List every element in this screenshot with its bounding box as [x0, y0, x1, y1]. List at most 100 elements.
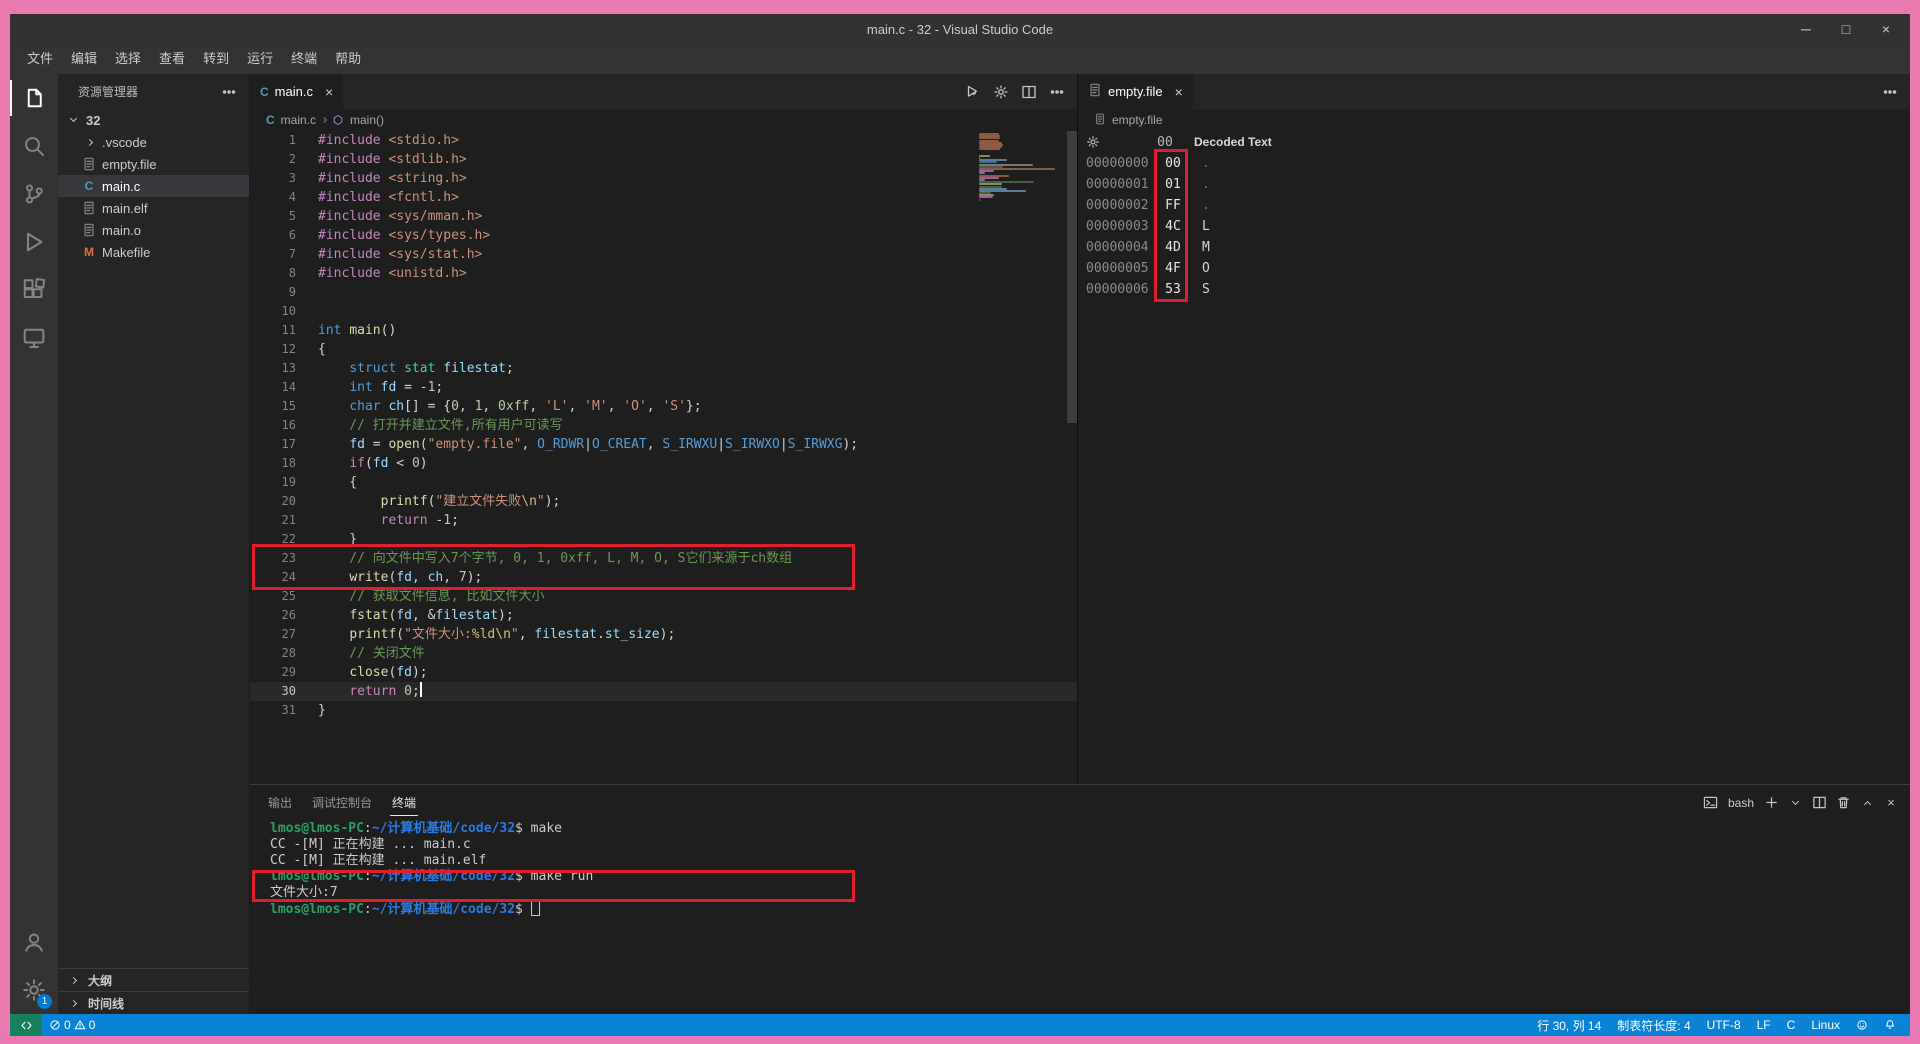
extensions-icon[interactable]: [10, 266, 58, 314]
panel-tab-调试控制台[interactable]: 调试控制台: [310, 790, 374, 816]
code-line-10[interactable]: 10: [250, 302, 1077, 321]
gear-icon[interactable]: [989, 80, 1013, 104]
more-actions-icon[interactable]: [1878, 80, 1902, 104]
code-line-27[interactable]: 27 printf("文件大小:%ld\n", filestat.st_size…: [250, 625, 1077, 644]
code-line-14[interactable]: 14 int fd = -1;: [250, 378, 1077, 397]
code-line-9[interactable]: 9: [250, 283, 1077, 302]
tab-close-icon[interactable]: ×: [1175, 84, 1183, 100]
code-line-16[interactable]: 16 // 打开并建立文件,所有用户可读写: [250, 416, 1077, 435]
hex-row-00000000[interactable]: 0000000000.: [1078, 153, 1910, 174]
tree-item-empty.file[interactable]: empty.file: [58, 153, 249, 175]
status-eol[interactable]: LF: [1749, 1014, 1779, 1036]
source-control-icon[interactable]: [10, 170, 58, 218]
panel-tab-输出[interactable]: 输出: [266, 790, 294, 816]
menu-item-7[interactable]: 帮助: [326, 48, 370, 70]
code-line-20[interactable]: 20 printf("建立文件失败\n");: [250, 492, 1077, 511]
code-line-19[interactable]: 19 {: [250, 473, 1077, 492]
remote-indicator[interactable]: [10, 1014, 42, 1036]
bell-icon[interactable]: [1876, 1014, 1904, 1036]
tab-close-icon[interactable]: ×: [325, 84, 333, 100]
minimize-button[interactable]: ─: [1786, 14, 1826, 44]
hex-row-00000005[interactable]: 000000054FO: [1078, 258, 1910, 279]
code-line-12[interactable]: 12{: [250, 340, 1077, 359]
tree-item-main.elf[interactable]: main.elf: [58, 197, 249, 219]
code-line-1[interactable]: 1#include <stdio.h>: [250, 131, 1077, 150]
tree-root-folder[interactable]: 32: [58, 109, 249, 131]
hex-row-00000006[interactable]: 0000000653S: [1078, 279, 1910, 300]
code-line-13[interactable]: 13 struct stat filestat;: [250, 359, 1077, 378]
menu-item-2[interactable]: 选择: [106, 48, 150, 70]
maximize-panel-icon[interactable]: [1856, 792, 1878, 814]
maximize-button[interactable]: □: [1826, 14, 1866, 44]
code-line-5[interactable]: 5#include <sys/mman.h>: [250, 207, 1077, 226]
panel-tab-终端[interactable]: 终端: [390, 790, 418, 816]
code-line-7[interactable]: 7#include <sys/stat.h>: [250, 245, 1077, 264]
menu-item-3[interactable]: 查看: [150, 48, 194, 70]
more-actions-icon[interactable]: [1045, 80, 1069, 104]
tab-empty-file[interactable]: empty.file ×: [1078, 74, 1194, 109]
split-terminal-icon[interactable]: [1808, 792, 1830, 814]
terminal[interactable]: lmos@lmos-PC:~/计算机基础/code/32$ makeCC -[M…: [250, 820, 1910, 1014]
close-panel-icon[interactable]: ×: [1880, 792, 1902, 814]
hex-editor[interactable]: 00 Decoded Text 0000000000.0000000101.00…: [1078, 131, 1910, 784]
code-line-6[interactable]: 6#include <sys/types.h>: [250, 226, 1077, 245]
menu-item-1[interactable]: 编辑: [62, 48, 106, 70]
new-terminal-icon[interactable]: [1760, 792, 1782, 814]
breadcrumb-hex[interactable]: empty.file: [1078, 109, 1910, 131]
tree-item-.vscode[interactable]: .vscode: [58, 131, 249, 153]
code-line-11[interactable]: 11int main(): [250, 321, 1077, 340]
code-line-21[interactable]: 21 return -1;: [250, 511, 1077, 530]
code-line-17[interactable]: 17 fd = open("empty.file", O_RDWR|O_CREA…: [250, 435, 1077, 454]
code-line-15[interactable]: 15 char ch[] = {0, 1, 0xff, 'L', 'M', 'O…: [250, 397, 1077, 416]
tree-item-main.o[interactable]: main.o: [58, 219, 249, 241]
code-line-31[interactable]: 31}: [250, 701, 1077, 720]
code-line-2[interactable]: 2#include <stdlib.h>: [250, 150, 1077, 169]
hex-row-00000003[interactable]: 000000034CL: [1078, 216, 1910, 237]
menu-item-5[interactable]: 运行: [238, 48, 282, 70]
timeline-section[interactable]: 时间线: [58, 991, 249, 1014]
status-os-indicator[interactable]: Linux: [1803, 1014, 1848, 1036]
code-line-8[interactable]: 8#include <unistd.h>: [250, 264, 1077, 283]
breadcrumb-file[interactable]: main.c: [281, 113, 316, 127]
hex-row-00000001[interactable]: 0000000101.: [1078, 174, 1910, 195]
remote-explorer-icon[interactable]: [10, 314, 58, 362]
explorer-icon[interactable]: [10, 74, 58, 122]
code-line-22[interactable]: 22 }: [250, 530, 1077, 549]
hex-row-00000004[interactable]: 000000044DM: [1078, 237, 1910, 258]
tree-item-Makefile[interactable]: MMakefile: [58, 241, 249, 263]
code-line-29[interactable]: 29 close(fd);: [250, 663, 1077, 682]
kill-terminal-trash-icon[interactable]: [1832, 792, 1854, 814]
feedback-icon[interactable]: [1848, 1014, 1876, 1036]
settings-gear-icon[interactable]: 1: [10, 966, 58, 1014]
code-line-30[interactable]: 30 return 0;: [250, 682, 1077, 701]
search-icon[interactable]: [10, 122, 58, 170]
menu-item-0[interactable]: 文件: [18, 48, 62, 70]
status-tab-size[interactable]: 制表符长度: 4: [1609, 1014, 1698, 1036]
status-encoding[interactable]: UTF-8: [1699, 1014, 1749, 1036]
run-code-button[interactable]: [961, 80, 985, 104]
status-cursor-position[interactable]: 行 30, 列 14: [1529, 1014, 1609, 1036]
outline-section[interactable]: 大纲: [58, 968, 249, 991]
account-icon[interactable]: [10, 918, 58, 966]
problems-indicator[interactable]: 0 0: [42, 1014, 102, 1036]
shell-selector[interactable]: bash: [1728, 796, 1754, 810]
status-language-mode[interactable]: C: [1779, 1014, 1804, 1036]
minimap[interactable]: [979, 133, 1065, 201]
chevron-down-icon[interactable]: [1784, 792, 1806, 814]
hex-row-00000002[interactable]: 00000002FF.: [1078, 195, 1910, 216]
hex-settings-gear-icon[interactable]: [1086, 135, 1102, 149]
code-line-24[interactable]: 24 write(fd, ch, 7);: [250, 568, 1077, 587]
code-line-23[interactable]: 23 // 向文件中写入7个字节, 0, 1, 0xff, L, M, O, S…: [250, 549, 1077, 568]
close-button[interactable]: ×: [1866, 14, 1906, 44]
editor-scrollbar[interactable]: [1067, 131, 1077, 423]
tree-item-main.c[interactable]: Cmain.c: [58, 175, 249, 197]
tab-main-c[interactable]: C main.c ×: [250, 74, 344, 109]
sidebar-more-actions-icon[interactable]: [217, 80, 241, 104]
code-line-28[interactable]: 28 // 关闭文件: [250, 644, 1077, 663]
code-line-25[interactable]: 25 // 获取文件信息, 比如文件大小: [250, 587, 1077, 606]
code-line-26[interactable]: 26 fstat(fd, &filestat);: [250, 606, 1077, 625]
breadcrumb[interactable]: C main.c main(): [250, 109, 1077, 131]
breadcrumb-file[interactable]: empty.file: [1112, 113, 1162, 127]
code-line-4[interactable]: 4#include <fcntl.h>: [250, 188, 1077, 207]
menu-item-6[interactable]: 终端: [282, 48, 326, 70]
